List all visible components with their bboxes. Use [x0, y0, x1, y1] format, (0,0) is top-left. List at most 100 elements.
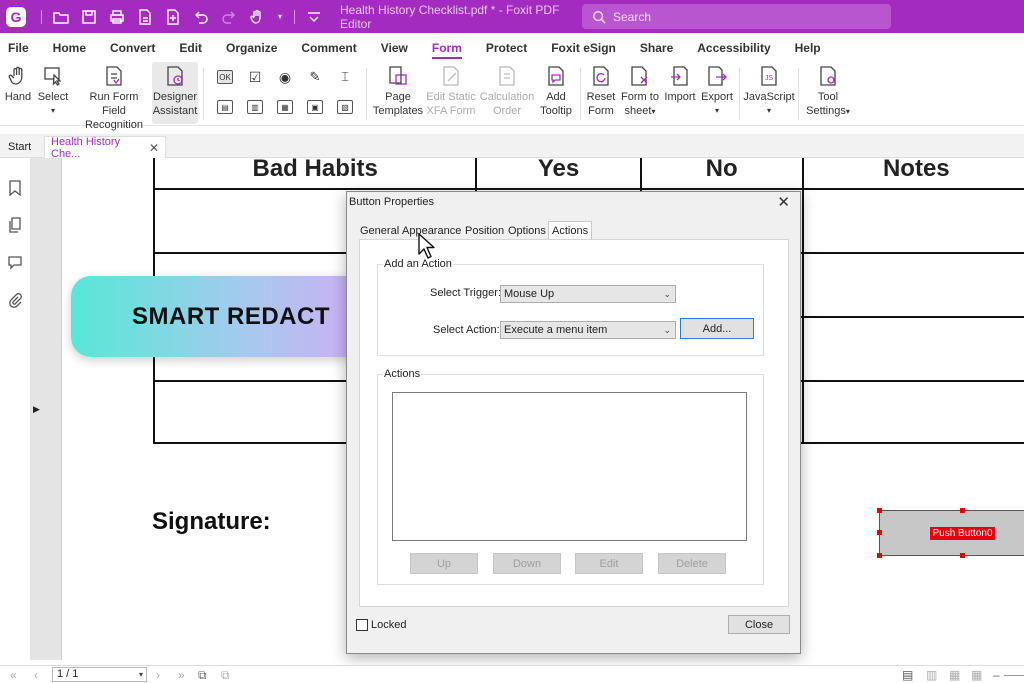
tab-position[interactable]: Position — [465, 225, 504, 237]
continuous-facing-view-icon[interactable]: ▦ — [971, 668, 982, 682]
foxit-window: { "titlebar": { "doc_title": "Health His… — [0, 0, 1024, 683]
calculation-order-button[interactable]: Calculation Order — [479, 62, 535, 118]
menu-home[interactable]: Home — [53, 41, 86, 55]
menu-share[interactable]: Share — [640, 41, 673, 55]
barcode-field-icon[interactable]: ▦ — [277, 100, 293, 114]
edit-button[interactable]: Edit — [575, 553, 643, 574]
search-input[interactable]: Search — [582, 4, 891, 29]
comments-icon[interactable] — [7, 254, 23, 270]
text-field-icon[interactable]: ⌶ — [337, 69, 353, 84]
add-action-button[interactable]: Add... — [680, 318, 754, 339]
chevron-down-icon: ▾ — [138, 670, 143, 679]
form-to-sheet-button[interactable]: Form to sheet▾ — [620, 62, 660, 119]
print-icon[interactable] — [108, 8, 126, 26]
dropdown-chevron-icon[interactable]: ▾ — [276, 8, 284, 26]
push-button-field[interactable]: Push Button0 — [879, 510, 1024, 556]
tab-start[interactable]: Start — [2, 136, 37, 158]
down-button[interactable]: Down — [493, 553, 561, 574]
delete-button[interactable]: Delete — [658, 553, 726, 574]
check-box-field-icon[interactable]: ☑ — [247, 69, 263, 85]
select-button[interactable]: Select ▾ — [36, 62, 70, 118]
menu-convert[interactable]: Convert — [110, 41, 155, 55]
undo-icon[interactable] — [192, 8, 210, 26]
single-page-view-icon[interactable]: ▤ — [902, 668, 913, 682]
tab-actions[interactable]: Actions — [548, 221, 593, 239]
tool-settings-icon — [820, 66, 836, 86]
save-icon[interactable] — [80, 8, 98, 26]
import-button[interactable]: Import — [663, 62, 697, 104]
document-tab-bar: Start Health History Che... ✕ — [0, 134, 1024, 160]
bookmark-icon[interactable] — [7, 180, 23, 197]
radio-button-field-icon[interactable]: ◉ — [277, 69, 293, 85]
create-icon[interactable] — [164, 8, 182, 26]
select-trigger-dropdown[interactable]: Mouse Up ⌄ — [500, 285, 676, 303]
menu-foxit-esign[interactable]: Foxit eSign — [551, 41, 616, 55]
menu-edit[interactable]: Edit — [179, 41, 202, 55]
edit-xfa-icon — [443, 66, 459, 86]
close-tab-icon[interactable]: ✕ — [149, 141, 159, 155]
open-folder-icon[interactable] — [52, 8, 70, 26]
close-button[interactable]: Close — [728, 615, 790, 634]
reset-form-button[interactable]: Reset Form — [585, 62, 617, 118]
resize-handle[interactable] — [877, 530, 882, 535]
up-button[interactable]: Up — [410, 553, 478, 574]
resize-handle[interactable] — [960, 553, 965, 558]
redo-icon[interactable] — [220, 8, 238, 26]
tool-settings-button[interactable]: Tool Settings▾ — [804, 62, 852, 119]
add-tooltip-button[interactable]: Add Tooltip — [537, 62, 575, 118]
dropdown-chevron-icon: ▾ — [50, 106, 55, 115]
customize-toolbar-icon[interactable] — [305, 8, 323, 26]
page-templates-button[interactable]: Page Templates — [372, 62, 424, 118]
facing-view-icon[interactable]: ▦ — [949, 668, 960, 682]
menu-comment[interactable]: Comment — [301, 41, 356, 55]
dialog-close-icon[interactable]: ✕ — [777, 193, 790, 211]
resize-handle[interactable] — [877, 553, 882, 558]
hand-tool-icon[interactable] — [248, 8, 266, 26]
last-page-icon[interactable]: » — [178, 668, 185, 682]
locked-checkbox[interactable]: Locked — [356, 619, 406, 631]
menu-file[interactable]: File — [8, 41, 29, 55]
new-document-icon[interactable] — [136, 8, 154, 26]
zoom-out-icon[interactable]: – — [993, 668, 1000, 682]
export-button[interactable]: Export ▾ — [700, 62, 734, 118]
tab-options[interactable]: Options — [508, 225, 546, 237]
menu-organize[interactable]: Organize — [226, 41, 277, 55]
push-button-field-icon[interactable]: OK — [217, 70, 233, 84]
tab-health-history[interactable]: Health History Che... ✕ — [44, 136, 166, 160]
ribbon-toolbar: Hand Select ▾ Run Form Field Recognition… — [0, 62, 1024, 131]
copy-page-icon[interactable]: ⧉ — [198, 668, 207, 683]
resize-handle[interactable] — [960, 508, 965, 513]
designer-assistant-button[interactable]: Designer Assistant — [152, 62, 198, 124]
zoom-slider[interactable] — [1004, 675, 1024, 676]
list-box-field-icon[interactable]: ▤ — [217, 100, 233, 114]
select-action-dropdown[interactable]: Execute a menu item ⌄ — [500, 321, 676, 339]
menu-help[interactable]: Help — [795, 41, 821, 55]
form-recognition-icon — [106, 66, 122, 86]
resize-handle[interactable] — [877, 508, 882, 513]
page-number-field[interactable]: 1 / 1 ▾ — [52, 667, 147, 682]
tab-general[interactable]: General — [360, 225, 399, 237]
combo-box-field-icon[interactable]: ✎ — [307, 69, 323, 84]
javascript-button[interactable]: JS JavaScript ▾ — [743, 62, 795, 118]
paste-page-icon[interactable]: ⧉ — [221, 668, 230, 683]
attachment-icon[interactable] — [7, 292, 23, 308]
menu-view[interactable]: View — [381, 41, 408, 55]
menu-protect[interactable]: Protect — [486, 41, 527, 55]
hand-button[interactable]: Hand — [4, 62, 32, 104]
menu-accessibility[interactable]: Accessibility — [697, 41, 770, 55]
previous-page-icon[interactable]: ‹ — [34, 668, 38, 682]
image-field-icon[interactable]: ▣ — [307, 100, 323, 114]
next-page-icon[interactable]: › — [156, 668, 160, 682]
date-field-icon[interactable]: ▥ — [247, 100, 263, 114]
expand-panel-arrow-icon[interactable]: ▶ — [33, 404, 40, 415]
edit-static-xfa-form-button[interactable]: Edit Static XFA Form — [426, 62, 476, 118]
run-form-field-recognition-button[interactable]: Run Form Field Recognition — [78, 62, 150, 132]
form-to-sheet-label-2: sheet — [624, 105, 652, 117]
continuous-view-icon[interactable]: ▥ — [926, 668, 937, 682]
signature-field-icon[interactable]: ▧ — [337, 100, 353, 114]
pages-icon[interactable] — [7, 217, 23, 233]
first-page-icon[interactable]: « — [10, 668, 17, 682]
actions-list[interactable] — [392, 392, 747, 541]
document-title: Health History Checklist.pdf * - Foxit P… — [340, 2, 560, 31]
menu-form[interactable]: Form — [431, 41, 462, 59]
